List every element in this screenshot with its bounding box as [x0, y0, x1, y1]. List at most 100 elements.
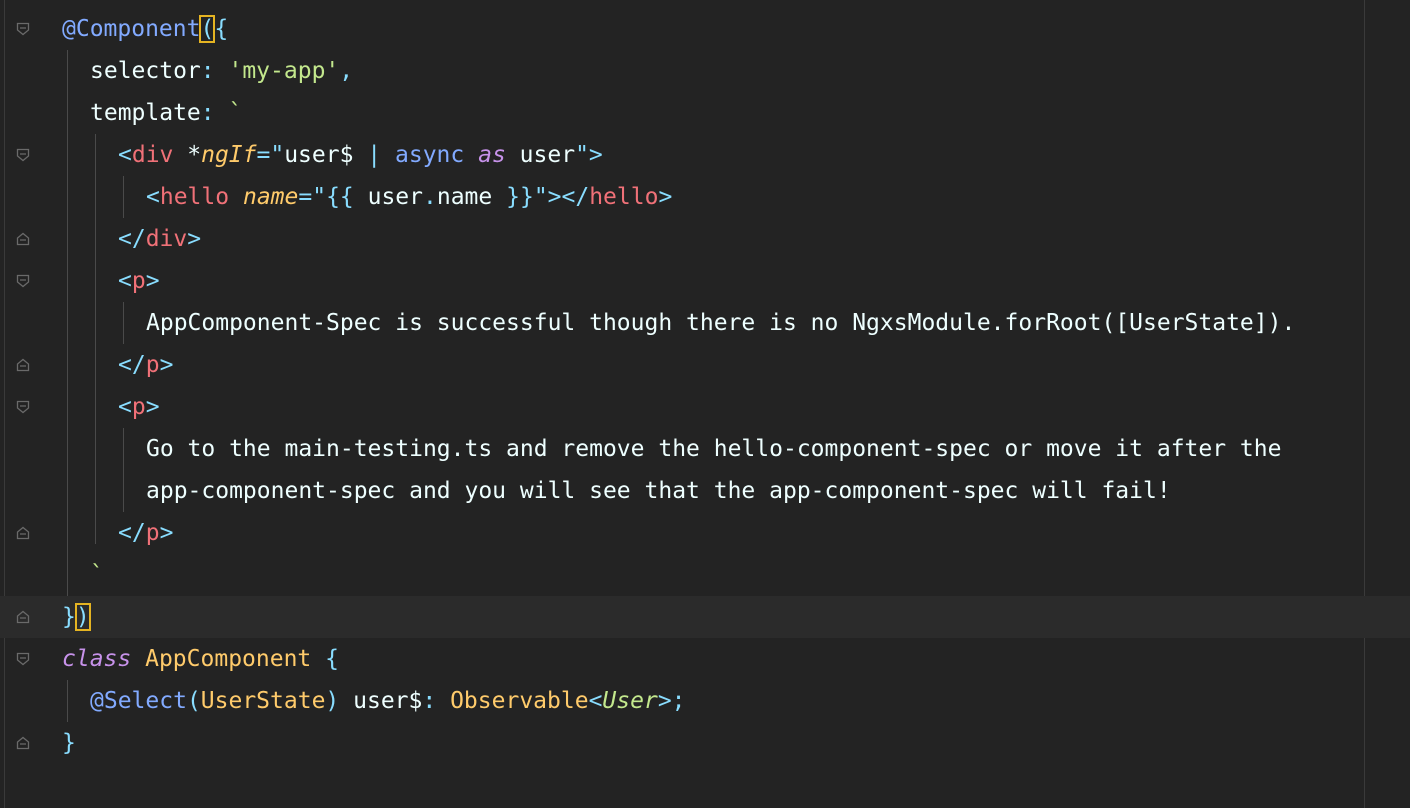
code-text: </p> [118, 344, 173, 386]
code-token: selector [90, 58, 201, 84]
fold-close-icon[interactable] [16, 232, 30, 246]
code-token: > [159, 352, 174, 378]
fold-close-icon[interactable] [16, 736, 30, 750]
current-line-highlight [0, 596, 1410, 638]
code-token: hello [589, 184, 659, 210]
code-token: =" [256, 142, 285, 168]
fold-close-icon[interactable] [16, 358, 30, 372]
code-token: AppComponent-Spec is successful though t… [146, 310, 1310, 336]
code-token: user$ [284, 142, 368, 168]
code-token: * [173, 142, 202, 168]
code-token: </ [118, 226, 146, 252]
code-token: : [200, 100, 229, 126]
code-token: < [588, 688, 603, 714]
code-token: hello [159, 184, 230, 210]
indent-guide [123, 428, 124, 512]
indent-guide [67, 680, 68, 722]
code-text: selector: 'my-app', [90, 50, 353, 92]
fold-close-icon[interactable] [16, 610, 30, 624]
code-token: AppComponent [145, 646, 312, 672]
code-token: user$ [339, 688, 423, 714]
code-token: , [339, 58, 354, 84]
code-token: div [131, 142, 174, 168]
code-token: "> [575, 142, 603, 168]
code-token: </ [118, 520, 146, 546]
code-token: async [395, 142, 465, 168]
code-token: { [325, 646, 339, 672]
code-token: : [422, 688, 451, 714]
code-token: class [62, 646, 132, 672]
code-text: Go to the main-testing.ts and remove the… [146, 428, 1281, 470]
fold-open-icon[interactable] [16, 274, 30, 288]
code-token: { [214, 16, 229, 42]
code-token: < [118, 268, 132, 294]
code-token: : [200, 58, 229, 84]
code-token: p [145, 352, 160, 378]
code-token: app-component-spec and you will see that… [146, 478, 1171, 504]
code-token: ( [186, 688, 201, 714]
code-text: </div> [118, 218, 201, 260]
code-token: "></ [533, 184, 590, 210]
code-token: } [62, 730, 76, 756]
code-token: template [90, 100, 201, 126]
fold-open-icon[interactable] [16, 22, 30, 36]
code-token: p [145, 520, 160, 546]
code-token: . [423, 184, 437, 210]
indent-guide [123, 176, 124, 218]
code-token: ` [228, 100, 243, 126]
fold-open-icon[interactable] [16, 400, 30, 414]
code-token: user [367, 184, 423, 210]
code-text: @Select(UserState) user$: Observable<Use… [90, 680, 686, 722]
gutter-border [4, 0, 5, 808]
code-token: {{ [326, 184, 368, 210]
code-token: < [118, 142, 132, 168]
code-token: >; [657, 688, 686, 714]
matched-bracket: ) [74, 603, 91, 631]
indent-guide [95, 134, 96, 544]
code-token: > [159, 520, 174, 546]
code-text: <p> [118, 260, 160, 302]
fold-open-icon[interactable] [16, 652, 30, 666]
code-token: =" [298, 184, 327, 210]
code-token: ) [325, 688, 340, 714]
indent-guide [123, 302, 124, 344]
code-token: > [187, 226, 202, 252]
code-token: user [505, 142, 576, 168]
code-token: } [62, 604, 76, 630]
code-text: }) [62, 596, 91, 638]
right-margin-guide [1364, 0, 1365, 808]
code-token: > [145, 394, 160, 420]
code-token: @Component [62, 16, 201, 42]
code-text: app-component-spec and you will see that… [146, 470, 1171, 512]
code-text: template: ` [90, 92, 242, 134]
code-token: < [146, 184, 160, 210]
code-text: </p> [118, 512, 173, 554]
fold-open-icon[interactable] [16, 148, 30, 162]
code-text: AppComponent-Spec is successful though t… [146, 302, 1309, 344]
code-editor[interactable]: @Component({selector: 'my-app', template:… [0, 0, 1410, 808]
code-token: Go to the main-testing.ts and remove the… [146, 436, 1282, 462]
code-text: <hello name="{{ user.name }}"></hello> [146, 176, 672, 218]
fold-close-icon[interactable] [16, 526, 30, 540]
code-token: UserState [200, 688, 326, 714]
code-token: ` [90, 562, 104, 588]
code-text: ` [90, 554, 104, 596]
code-token: | [367, 142, 395, 168]
code-text: @Component({ [62, 8, 228, 50]
code-token: < [118, 394, 132, 420]
code-token: }} [506, 184, 534, 210]
code-token: 'my-app' [228, 58, 340, 84]
code-token: name [242, 184, 299, 210]
code-token: p [131, 394, 146, 420]
code-token: as [478, 142, 506, 168]
code-text: <div *ngIf="user$ | async as user"> [118, 134, 603, 176]
code-text: <p> [118, 386, 160, 428]
code-text: } [62, 722, 76, 764]
code-token: name [436, 184, 507, 210]
code-token: User [602, 688, 658, 714]
matched-bracket: ( [199, 15, 216, 43]
